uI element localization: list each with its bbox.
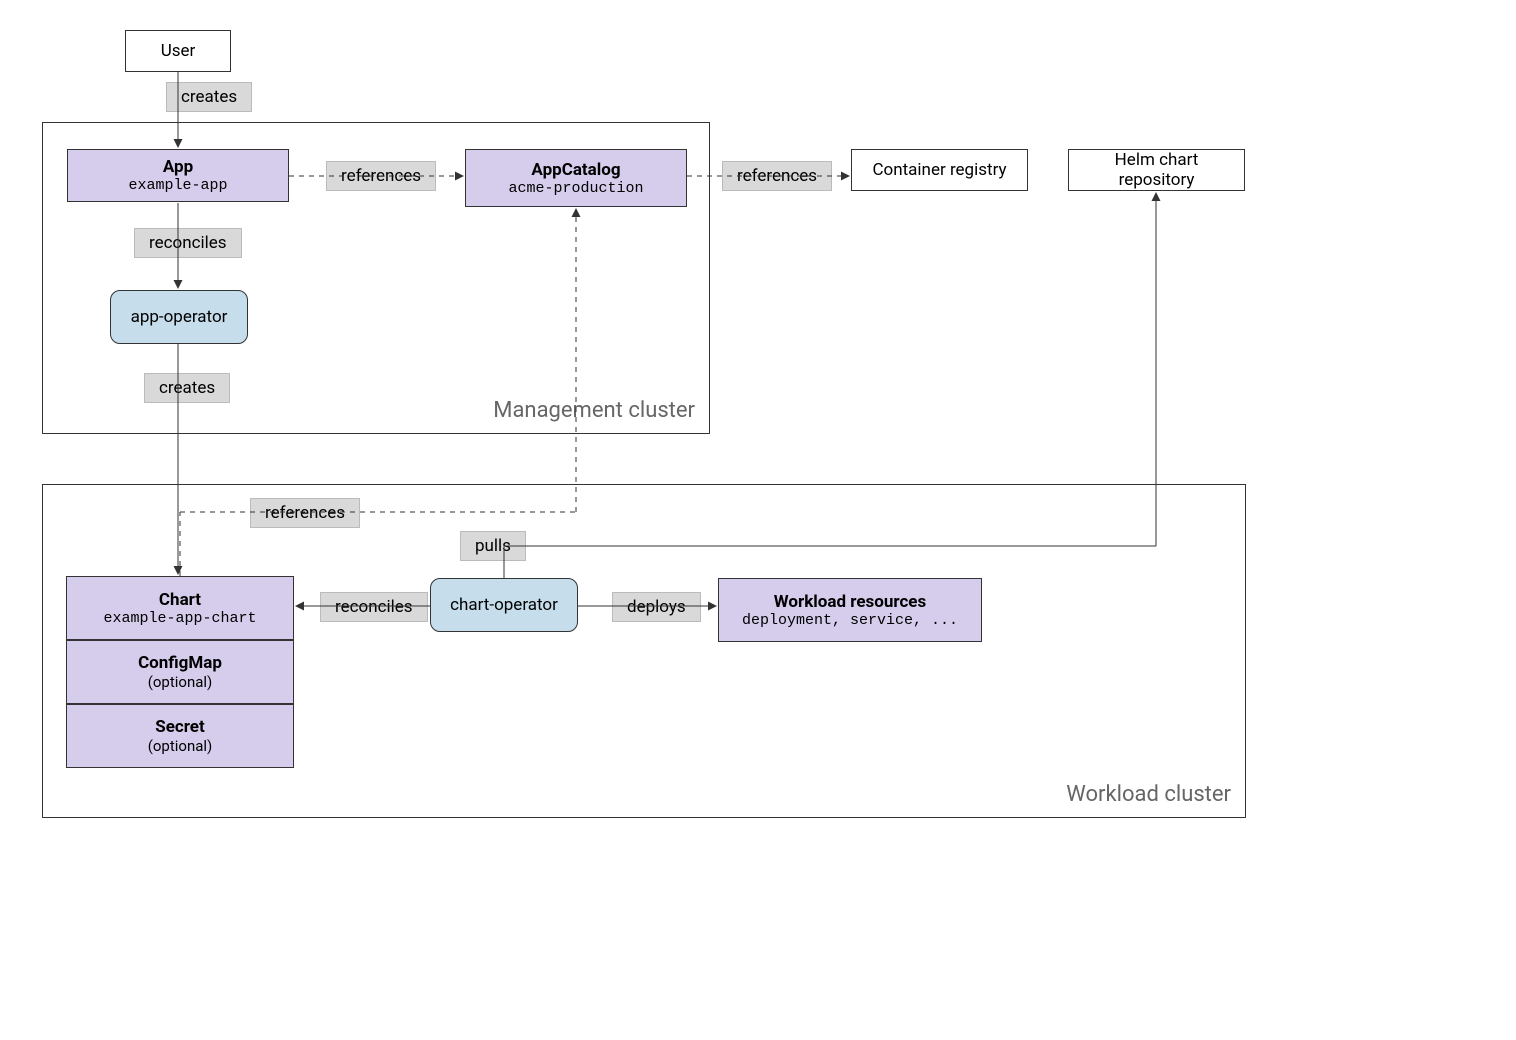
helm-repo-box: Helm chart repository [1068,149,1245,191]
reconciles-label-1: reconciles [134,228,242,258]
app-operator-label: app-operator [121,307,237,327]
app-operator-box: app-operator [110,290,248,344]
chart-operator-label: chart-operator [441,595,567,615]
chart-sub: example-app-chart [77,610,283,627]
configmap-title: ConfigMap [77,653,283,673]
references-label-2: references [722,161,832,191]
creates-label-2: creates [144,373,230,403]
configmap-sub: (optional) [77,673,283,691]
container-registry-label: Container registry [862,160,1017,180]
app-box: App example-app [67,149,289,202]
app-sub: example-app [78,177,278,194]
secret-sub: (optional) [77,737,283,755]
workload-resources-box: Workload resources deployment, service, … [718,578,982,642]
user-box: User [125,30,231,72]
workload-sub: deployment, service, ... [729,612,971,629]
configmap-box: ConfigMap (optional) [66,640,294,704]
workload-title: Workload resources [729,592,971,612]
chart-box: Chart example-app-chart [66,576,294,640]
secret-box: Secret (optional) [66,704,294,768]
helm-repo-label: Helm chart repository [1079,150,1234,190]
secret-title: Secret [77,717,283,737]
workload-cluster-label: Workload cluster [1066,782,1231,807]
creates-label-1: creates [166,82,252,112]
app-title: App [78,157,278,177]
user-label: User [136,41,220,61]
appcatalog-sub: acme-production [476,180,676,197]
chart-operator-box: chart-operator [430,578,578,632]
deploys-label: deploys [612,592,701,622]
management-cluster-label: Management cluster [493,398,695,423]
references-label-3: references [250,498,360,528]
chart-title: Chart [77,590,283,610]
pulls-label: pulls [460,531,526,561]
appcatalog-box: AppCatalog acme-production [465,149,687,207]
references-label-1: references [326,161,436,191]
appcatalog-title: AppCatalog [476,160,676,180]
reconciles-label-2: reconciles [320,592,428,622]
container-registry-box: Container registry [851,149,1028,191]
